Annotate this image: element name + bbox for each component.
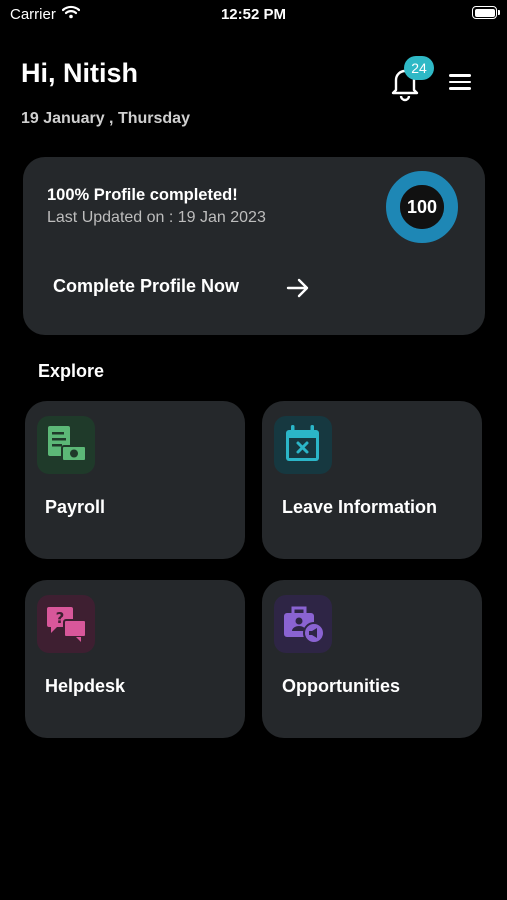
explore-heading: Explore [38, 361, 105, 381]
payroll-icon [37, 416, 95, 474]
date-label: 19 January , Thursday [21, 110, 190, 127]
greeting: Hi, Nitish [21, 58, 139, 88]
battery-icon [472, 6, 500, 19]
opportunities-tile[interactable]: Opportunities [262, 580, 482, 738]
opportunities-label: Opportunities [282, 676, 400, 696]
complete-profile-label: Complete Profile Now [53, 276, 240, 296]
payroll-label: Payroll [45, 497, 106, 517]
payroll-tile[interactable]: Payroll [25, 401, 245, 559]
calendar-x-icon [274, 416, 332, 474]
helpdesk-tile[interactable]: ? Helpdesk [25, 580, 245, 738]
briefcase-megaphone-icon [274, 595, 332, 653]
hamburger-icon [449, 74, 471, 77]
complete-profile-button[interactable]: Complete Profile Now [53, 269, 323, 305]
helpdesk-label: Helpdesk [45, 676, 126, 696]
profile-last-updated: Last Updated on : 19 Jan 2023 [47, 209, 266, 226]
notification-badge: 24 [404, 56, 434, 80]
leave-information-tile[interactable]: Leave Information [262, 401, 482, 559]
arrow-right-icon [285, 276, 311, 305]
profile-title: 100% Profile completed! [47, 186, 238, 204]
leave-information-label: Leave Information [282, 497, 438, 517]
status-bar: Carrier 12:52 PM [0, 0, 507, 30]
clock: 12:52 PM [220, 6, 287, 23]
profile-card: 100% Profile completed! Last Updated on … [23, 157, 485, 335]
progress-value: 100 [406, 197, 438, 217]
chat-question-icon: ? [37, 595, 95, 653]
menu-button[interactable] [446, 70, 474, 96]
